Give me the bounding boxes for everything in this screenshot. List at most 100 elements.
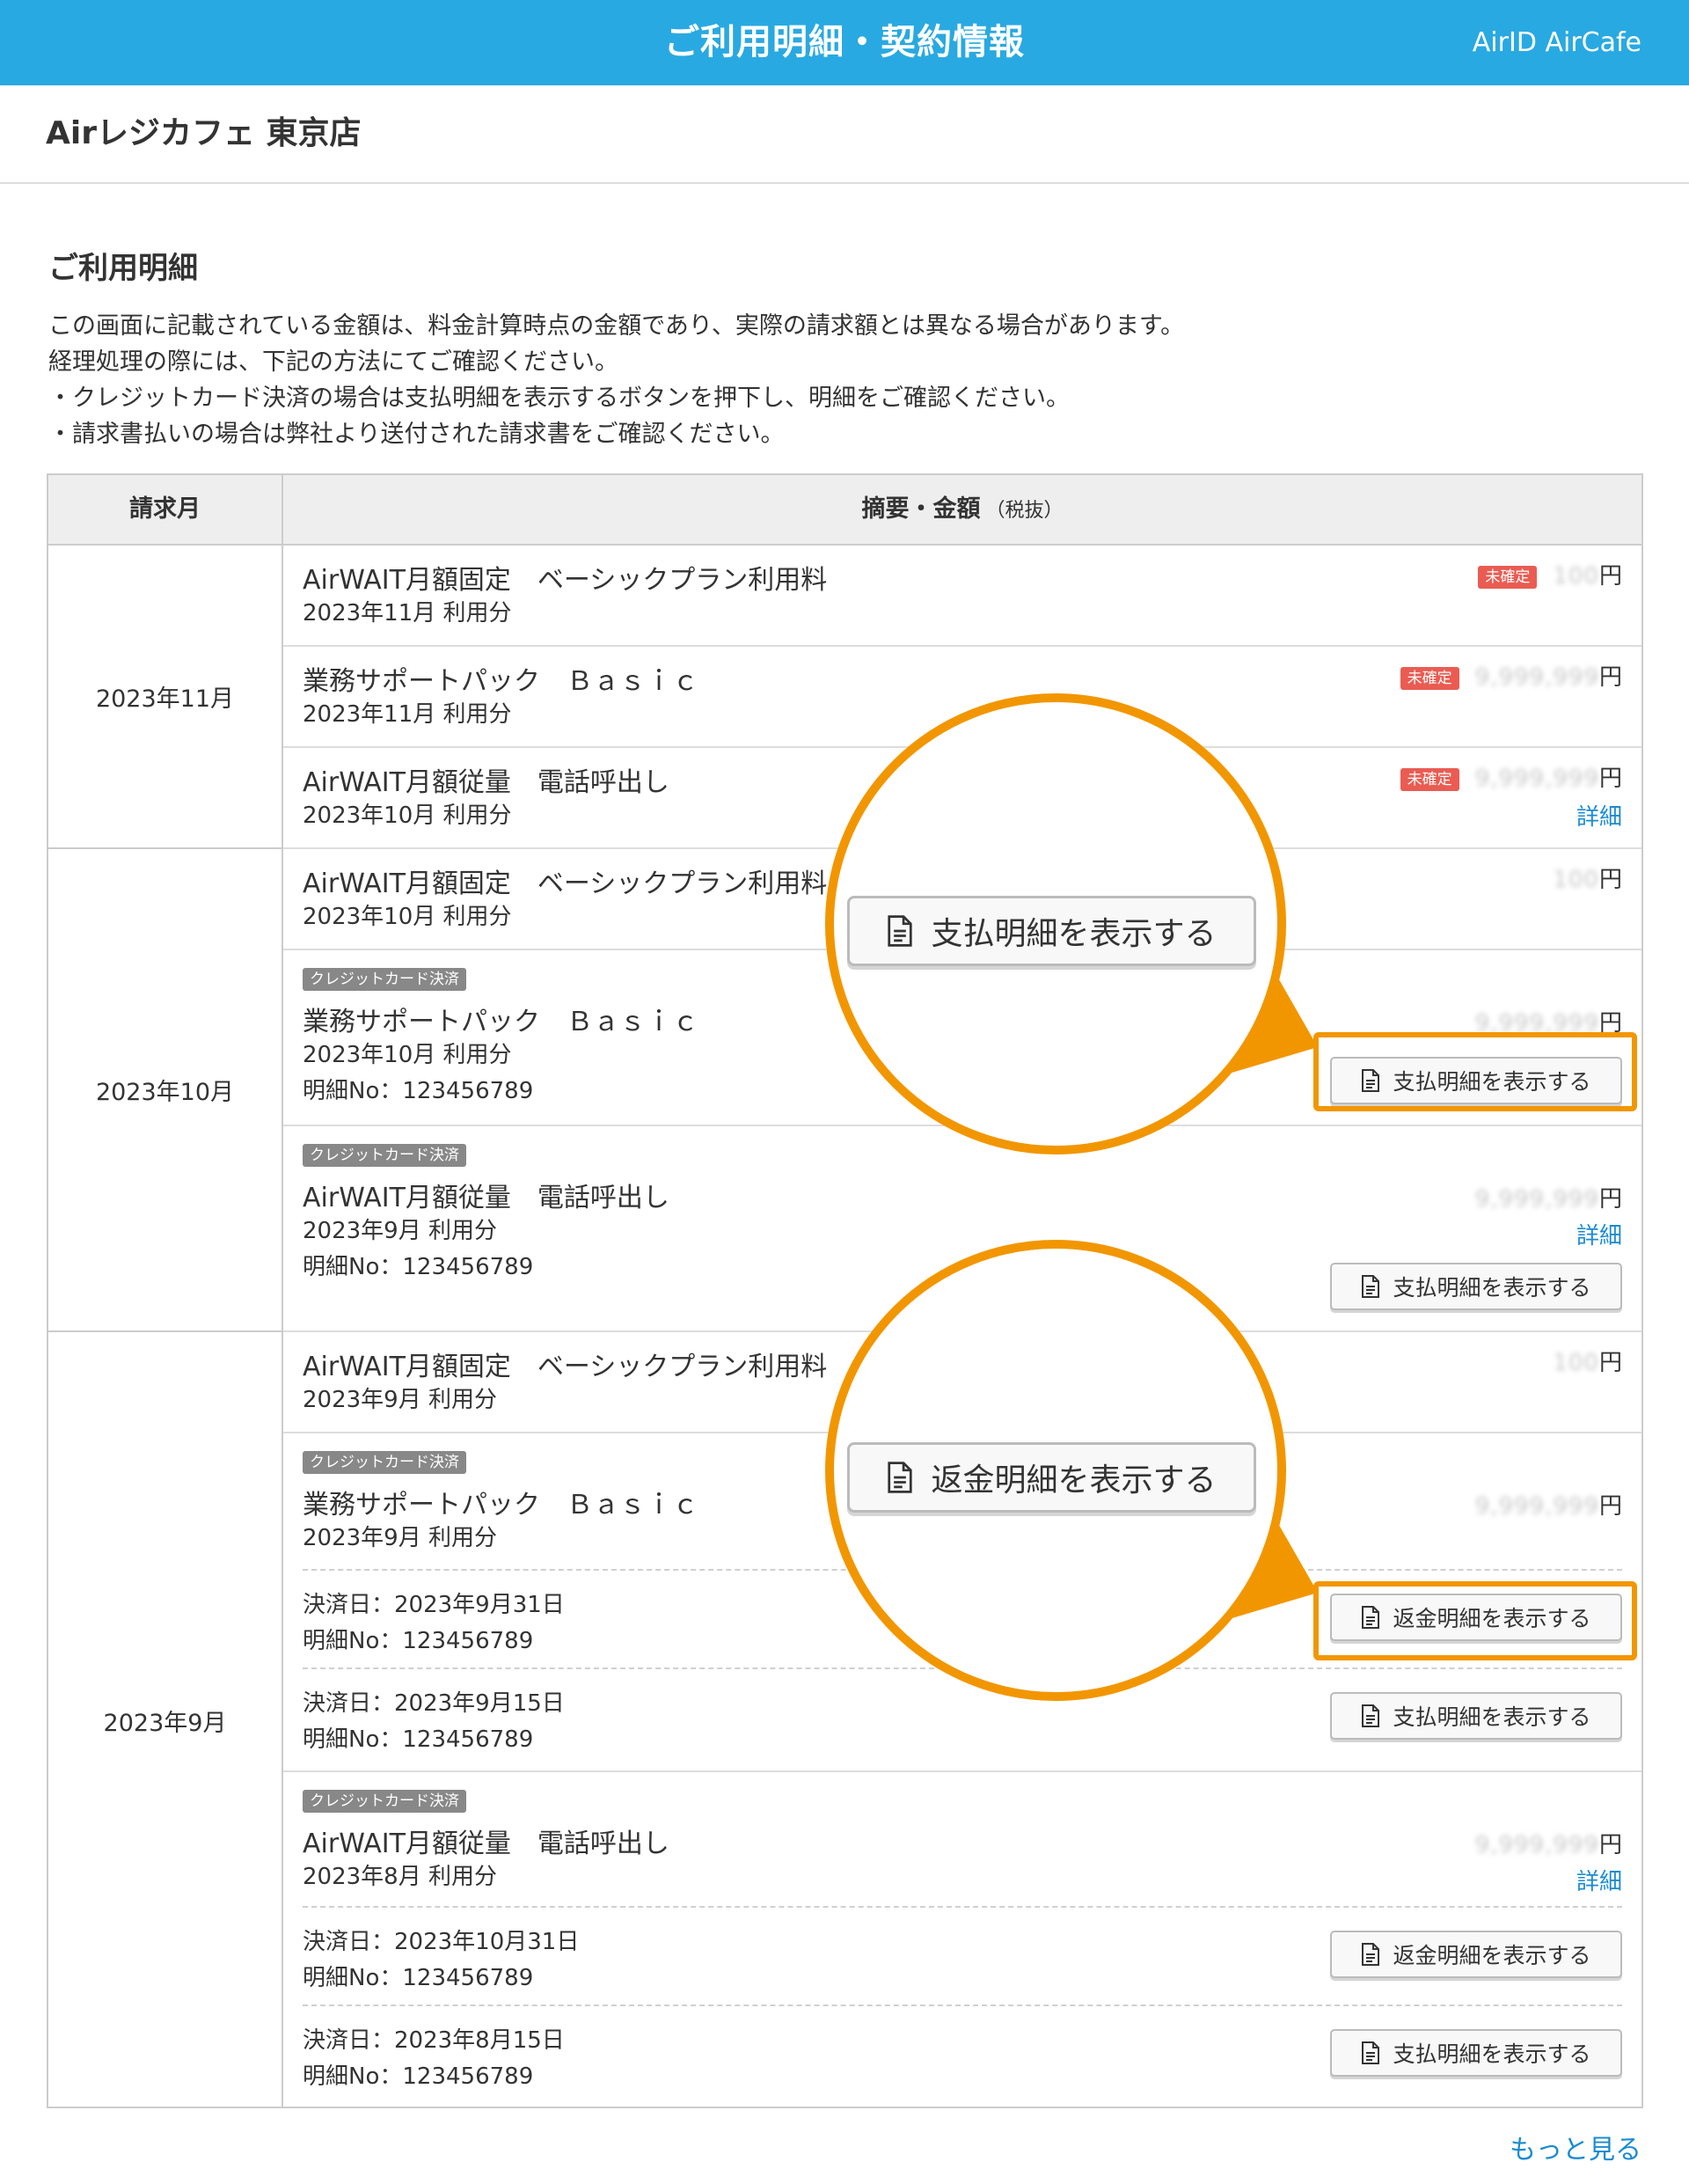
document-icon <box>1362 2041 1380 2064</box>
pay-statement-button[interactable]: 支払明細を表示する <box>1330 2029 1622 2077</box>
detail-link[interactable]: 詳細 <box>1576 799 1622 832</box>
statement-number: 明細No：123456789 <box>303 2063 534 2090</box>
payment-date: 決済日：2023年9月31日 <box>303 1592 565 1618</box>
notice-text: この画面に記載されている金額は、料金計算時点の金額であり、実際の請求額とは異なる… <box>48 308 1184 452</box>
more-link[interactable]: もっと見る <box>1510 2128 1641 2166</box>
item-amount: 未確定 9,999,999円 <box>1400 659 1622 692</box>
col-header-desc-note: （税抜） <box>985 500 1064 522</box>
refund-button-highlight <box>1313 1581 1637 1660</box>
item-name: 業務サポートパック Ｂａｓｉｃ <box>303 666 698 697</box>
pay-button-highlight <box>1313 1032 1637 1111</box>
refund-button-magnifier: 返金明細を表示する <box>825 1240 1286 1701</box>
store-bar: Airレジカフェ 東京店 <box>0 85 1689 184</box>
col-header-desc-label: 摘要・金額 <box>861 495 981 523</box>
item-period: 2023年10月 利用分 <box>303 803 512 829</box>
table-row: AirWAIT月額固定 ベーシックプラン利用料 2023年11月 利用分 未確定… <box>283 546 1641 647</box>
payment-tag: クレジットカード決済 <box>303 1451 466 1474</box>
payment-tag: クレジットカード決済 <box>303 968 466 991</box>
item-amount: 100円 <box>1553 861 1622 894</box>
amount-value: 9,999,999 <box>1474 664 1599 691</box>
item-period: 2023年10月 利用分 <box>303 1042 512 1068</box>
statement-number: 明細No：123456789 <box>303 1254 534 1280</box>
button-label: 支払明細を表示する <box>1393 1275 1591 1301</box>
pay-statement-button[interactable]: 支払明細を表示する <box>1330 1692 1622 1740</box>
table-header: 請求月 摘要・金額 （税抜） <box>48 475 1641 546</box>
statement-number: 明細No：123456789 <box>303 1965 534 1991</box>
item-period: 2023年9月 利用分 <box>303 1218 497 1244</box>
item-name: AirWAIT月額固定 ベーシックプラン利用料 <box>303 1352 828 1382</box>
item-period: 2023年9月 利用分 <box>303 1525 497 1551</box>
col-header-desc: 摘要・金額 （税抜） <box>283 475 1641 544</box>
amount-unit: 円 <box>1598 664 1622 691</box>
amount-unit: 円 <box>1598 867 1622 893</box>
item-name: 業務サポートパック Ｂａｓｉｃ <box>303 1490 698 1521</box>
item-amount: 9,999,999円 <box>1475 1488 1622 1521</box>
notice-line: 経理処理の際には、下記の方法にてご確認ください。 <box>48 348 618 376</box>
button-label: 支払明細を表示する <box>1393 2041 1591 2067</box>
account-name[interactable]: AirID AirCafe <box>1473 0 1641 85</box>
item-name: AirWAIT月額固定 ベーシックプラン利用料 <box>303 565 828 596</box>
document-icon <box>888 915 913 947</box>
month-cell: 2023年10月 <box>48 849 283 1332</box>
amount-unit: 円 <box>1598 1350 1622 1376</box>
store-name: Airレジカフェ 東京店 <box>46 115 362 151</box>
item-name: AirWAIT月額固定 ベーシックプラン利用料 <box>303 868 828 899</box>
amount-unit: 円 <box>1598 1493 1622 1520</box>
amount-value: 9,999,999 <box>1474 1186 1599 1213</box>
item-amount: 未確定 9,999,999円 <box>1400 760 1622 793</box>
usage-table: 請求月 摘要・金額 （税抜） 2023年11月 2023年10月 2023年9月 … <box>47 473 1643 2108</box>
notice-line: この画面に記載されている金額は、料金計算時点の金額であり、実際の請求額とは異なる… <box>48 312 1185 340</box>
item-name: 業務サポートパック Ｂａｓｉｃ <box>303 1007 698 1037</box>
refund-statement-button[interactable]: 返金明細を表示する <box>1330 1931 1622 1978</box>
item-amount: 9,999,999円 <box>1475 1827 1622 1859</box>
item-amount: 100円 <box>1553 1345 1622 1377</box>
refund-statement-button-zoomed: 返金明細を表示する <box>847 1442 1256 1513</box>
statement-number: 明細No：123456789 <box>303 1078 534 1104</box>
amount-unit: 円 <box>1598 1186 1622 1213</box>
item-period: 2023年9月 利用分 <box>303 1387 497 1413</box>
item-period: 2023年11月 利用分 <box>303 701 512 728</box>
button-label: 支払明細を表示する <box>1393 1704 1591 1730</box>
col-header-month: 請求月 <box>48 475 283 544</box>
detail-link[interactable]: 詳細 <box>1576 1218 1622 1250</box>
amount-value: 100 <box>1553 563 1599 590</box>
item-name: AirWAIT月額従量 電話呼出し <box>303 767 669 798</box>
detail-link[interactable]: 詳細 <box>1576 1864 1622 1896</box>
divider <box>303 1906 1622 1908</box>
item-name: AirWAIT月額従量 電話呼出し <box>303 1183 669 1213</box>
item-period: 2023年11月 利用分 <box>303 600 512 627</box>
amount-value: 9,999,999 <box>1474 766 1599 792</box>
payment-date: 決済日：2023年9月15日 <box>303 1690 565 1717</box>
pay-button-magnifier: 支払明細を表示する <box>825 693 1286 1154</box>
page-title: ご利用明細・契約情報 <box>664 22 1025 62</box>
item-period: 2023年8月 利用分 <box>303 1864 497 1890</box>
button-label: 支払明細を表示する <box>931 916 1217 952</box>
button-label: 返金明細を表示する <box>1393 1943 1591 1968</box>
pay-statement-button[interactable]: 支払明細を表示する <box>1330 1263 1622 1310</box>
pay-statement-button-zoomed: 支払明細を表示する <box>847 896 1256 966</box>
statement-number: 明細No：123456789 <box>303 1726 534 1753</box>
amount-value: 100 <box>1553 867 1599 893</box>
item-amount: 9,999,999円 <box>1475 1181 1622 1213</box>
document-icon <box>1362 1275 1380 1298</box>
amount-unit: 円 <box>1598 766 1622 792</box>
notice-line: ・請求書払いの場合は弊社より送付された請求書をご確認ください。 <box>48 421 785 448</box>
button-label: 返金明細を表示する <box>931 1462 1217 1499</box>
amount-unit: 円 <box>1598 1832 1622 1858</box>
notice-line: ・クレジットカード決済の場合は支払明細を表示するボタンを押下し、明細をご確認くだ… <box>48 385 1070 412</box>
amount-value: 9,999,999 <box>1474 1493 1599 1520</box>
payment-date: 決済日：2023年8月15日 <box>303 2027 565 2054</box>
payment-tag: クレジットカード決済 <box>303 1790 466 1813</box>
item-name: AirWAIT月額従量 電話呼出し <box>303 1829 669 1859</box>
top-bar: ご利用明細・契約情報 AirID AirCafe <box>0 0 1689 85</box>
document-icon <box>888 1462 913 1493</box>
status-badge: 未確定 <box>1400 767 1459 791</box>
status-badge: 未確定 <box>1400 666 1459 690</box>
payment-date: 決済日：2023年10月31日 <box>303 1929 580 1955</box>
section-title: ご利用明細 <box>48 251 198 286</box>
item-amount: 未確定 100円 <box>1478 558 1622 590</box>
document-icon <box>1362 1704 1380 1727</box>
table-row: クレジットカード決済 AirWAIT月額従量 電話呼出し 2023年8月 利用分… <box>283 1772 1641 2108</box>
statement-number: 明細No：123456789 <box>303 1628 534 1654</box>
amount-value: 9,999,999 <box>1474 1832 1599 1858</box>
